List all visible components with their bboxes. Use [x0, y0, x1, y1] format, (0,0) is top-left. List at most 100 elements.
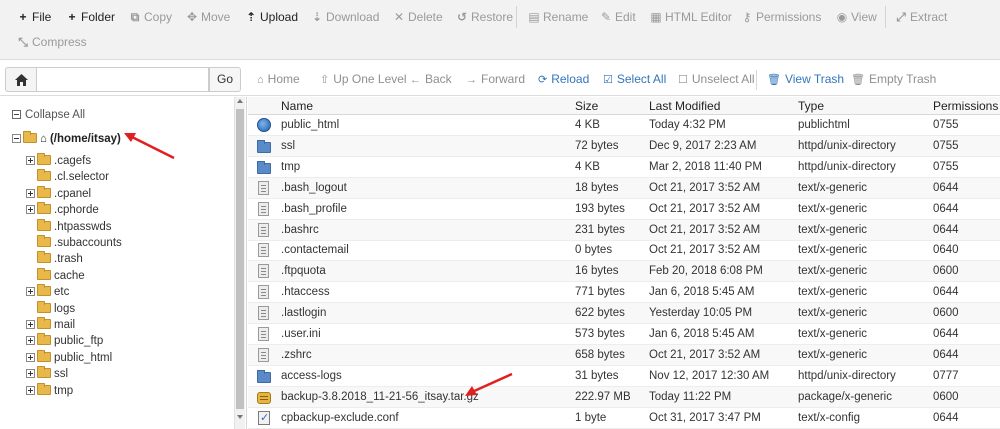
table-row[interactable]: cpbackup-exclude.conf 1 byte Oct 31, 2017 …	[248, 408, 1000, 429]
table-row[interactable]: access-logs 31 bytes Nov 12, 2017 12:30 AM…	[248, 366, 1000, 387]
table-row[interactable]: .bash_profile 193 bytes Oct 21, 2017 3:52 …	[248, 199, 1000, 220]
trash-icon: 🗑	[851, 74, 865, 86]
file-name: .contactemail	[281, 244, 349, 257]
expand-plus-icon[interactable]	[26, 156, 35, 165]
empty-trash-button[interactable]: 🗑 Empty Trash	[851, 70, 936, 88]
file-last-modified: Oct 21, 2017 3:52 AM	[649, 244, 761, 257]
expand-plus-icon[interactable]	[26, 287, 35, 297]
column-header-last-modified[interactable]: Last Modified	[649, 97, 720, 115]
text-file-icon	[258, 201, 269, 216]
table-row[interactable]: .htaccess 771 bytes Jan 6, 2018 5:45 AM tex…	[248, 282, 1000, 304]
tree-item[interactable]: public_ftp	[26, 333, 103, 349]
expand-plus-icon[interactable]	[26, 336, 35, 346]
expand-plus-icon[interactable]	[26, 352, 35, 362]
file-type: text/x-generic	[798, 223, 868, 236]
select-all-button[interactable]: ☑ Select All	[603, 70, 666, 88]
rename-button[interactable]: ▤ Rename	[528, 7, 588, 27]
file-last-modified: Nov 12, 2017 12:30 AM	[649, 369, 770, 382]
home-directory-button[interactable]	[5, 67, 36, 92]
table-row[interactable]: public_html 4 KB Today 4:32 PM publichtml 07…	[248, 115, 1000, 136]
tree-root-home[interactable]: ⌂ (/home/itsay)	[12, 131, 121, 147]
file-size: 222.97 MB	[575, 390, 631, 403]
tree-item[interactable]: tmp	[26, 382, 73, 399]
text-file-icon	[258, 347, 269, 362]
tree-item[interactable]: .cl.selector	[26, 169, 109, 185]
table-row[interactable]: .ftpquota 16 bytes Feb 20, 2018 6:08 PM tex…	[248, 261, 1000, 283]
pane-divider[interactable]	[246, 97, 247, 429]
table-row[interactable]: .user.ini 573 bytes Jan 6, 2018 5:45 AM tex…	[248, 324, 1000, 345]
table-row[interactable]: .bashrc 231 bytes Oct 21, 2017 3:52 AM text…	[248, 219, 1000, 241]
tree-item[interactable]: .trash	[26, 251, 83, 267]
expand-plus-icon[interactable]	[26, 385, 35, 395]
scroll-up-arrow-icon[interactable]	[237, 99, 243, 103]
column-header-size[interactable]: Size	[575, 97, 598, 115]
tree-item[interactable]: etc	[26, 284, 69, 300]
text-file-icon	[258, 327, 269, 341]
column-header-permissions[interactable]: Permissions	[933, 97, 998, 115]
expand-plus-icon[interactable]	[26, 188, 35, 198]
file-last-modified: Yesterday 10:05 PM	[649, 307, 753, 320]
table-row[interactable]: .bash_logout 18 bytes Oct 21, 2017 3:52 AM…	[248, 177, 1000, 199]
path-input[interactable]	[36, 67, 209, 92]
tree-item[interactable]: public_html	[26, 349, 112, 366]
table-row[interactable]: .zshrc 658 bytes Oct 21, 2017 3:52 AM text/…	[248, 344, 1000, 366]
column-header-type[interactable]: Type	[798, 97, 824, 115]
extract-button[interactable]: ⤢ Extract	[895, 7, 947, 27]
up-one-level-button[interactable]: ⇧ Up One Level	[320, 70, 407, 88]
html-editor-button[interactable]: ▦ HTML Editor	[650, 7, 732, 27]
upload-button[interactable]: ⇡ Upload	[245, 7, 298, 27]
tree-item[interactable]: ssl	[26, 366, 68, 382]
tree-item[interactable]: mail	[26, 317, 75, 333]
permissions-button[interactable]: ⚷ Permissions	[741, 7, 822, 27]
go-button[interactable]: Go	[209, 67, 241, 92]
table-row[interactable]: .contactemail 0 bytes Oct 21, 2017 3:52 AM…	[248, 240, 1000, 262]
tree-item-label: public_ftp	[54, 335, 104, 348]
file-last-modified: Oct 21, 2017 3:52 AM	[649, 348, 761, 361]
collapse-all-button[interactable]: Collapse All	[12, 108, 85, 122]
copy-button[interactable]: ⧉ Copy	[129, 7, 172, 27]
compress-button[interactable]: ⤡ Compress	[17, 32, 87, 52]
scroll-thumb[interactable]	[236, 109, 244, 409]
tree-item[interactable]: .cphorde	[26, 202, 99, 218]
file-last-modified: Jan 6, 2018 5:45 AM	[649, 286, 755, 299]
new-file-button[interactable]: + File	[17, 7, 51, 27]
table-row[interactable]: backup-3.8.2018_11-21-56_itsay.tar.gz 222…	[248, 386, 1000, 408]
upload-label: Upload	[260, 10, 299, 24]
expand-icon: ⤢	[896, 10, 906, 24]
level-up-icon: ⇧	[320, 74, 330, 86]
column-header-name[interactable]: Name	[281, 97, 313, 115]
tree-item[interactable]: cache	[26, 267, 85, 284]
tree-item[interactable]: logs	[26, 300, 75, 317]
reload-button[interactable]: ⟳ Reload	[538, 70, 589, 88]
tree-item[interactable]: .subaccounts	[26, 235, 122, 251]
view-button[interactable]: ◉ View	[836, 7, 877, 27]
expand-plus-icon[interactable]	[26, 205, 35, 215]
tree-item[interactable]: .cagefs	[26, 153, 91, 169]
table-row[interactable]: tmp 4 KB Mar 2, 2018 11:40 PM httpd/unix-di…	[248, 157, 1000, 178]
html-editor-label: HTML Editor	[665, 10, 732, 24]
tree-item[interactable]: .cpanel	[26, 185, 91, 202]
edit-button[interactable]: ✎ Edit	[600, 7, 636, 27]
download-button[interactable]: ⇣ Download	[311, 7, 379, 27]
forward-button[interactable]: → Forward	[466, 70, 525, 88]
unselect-all-button[interactable]: ☐ Unselect All	[678, 70, 755, 88]
expand-plus-icon[interactable]	[26, 369, 35, 379]
move-button[interactable]: ✥ Move	[186, 7, 230, 27]
file-permissions: 0644	[933, 348, 959, 361]
restore-button[interactable]: ↺ Restore	[456, 7, 513, 27]
tree-item[interactable]: .htpasswds	[26, 218, 112, 235]
folder-icon	[37, 185, 51, 198]
select-all-label: Select All	[616, 72, 667, 86]
scroll-down-arrow-icon[interactable]	[237, 415, 243, 419]
new-folder-button[interactable]: + Folder	[66, 7, 115, 27]
table-row[interactable]: ssl 72 bytes Dec 9, 2017 2:23 AM httpd/unix…	[248, 135, 1000, 157]
table-row[interactable]: .lastlogin 622 bytes Yesterday 10:05 PM tex…	[248, 303, 1000, 325]
back-button[interactable]: ← Back	[410, 70, 452, 88]
file-last-modified: Oct 21, 2017 3:52 AM	[649, 223, 761, 236]
folder-icon	[257, 139, 271, 153]
home-button[interactable]: ⌂ Home	[257, 70, 300, 88]
view-trash-button[interactable]: 🗑 View Trash	[767, 70, 844, 88]
sidebar-scrollbar[interactable]	[234, 97, 245, 429]
expand-plus-icon[interactable]	[26, 320, 35, 329]
delete-button[interactable]: ✕ Delete	[393, 7, 443, 27]
